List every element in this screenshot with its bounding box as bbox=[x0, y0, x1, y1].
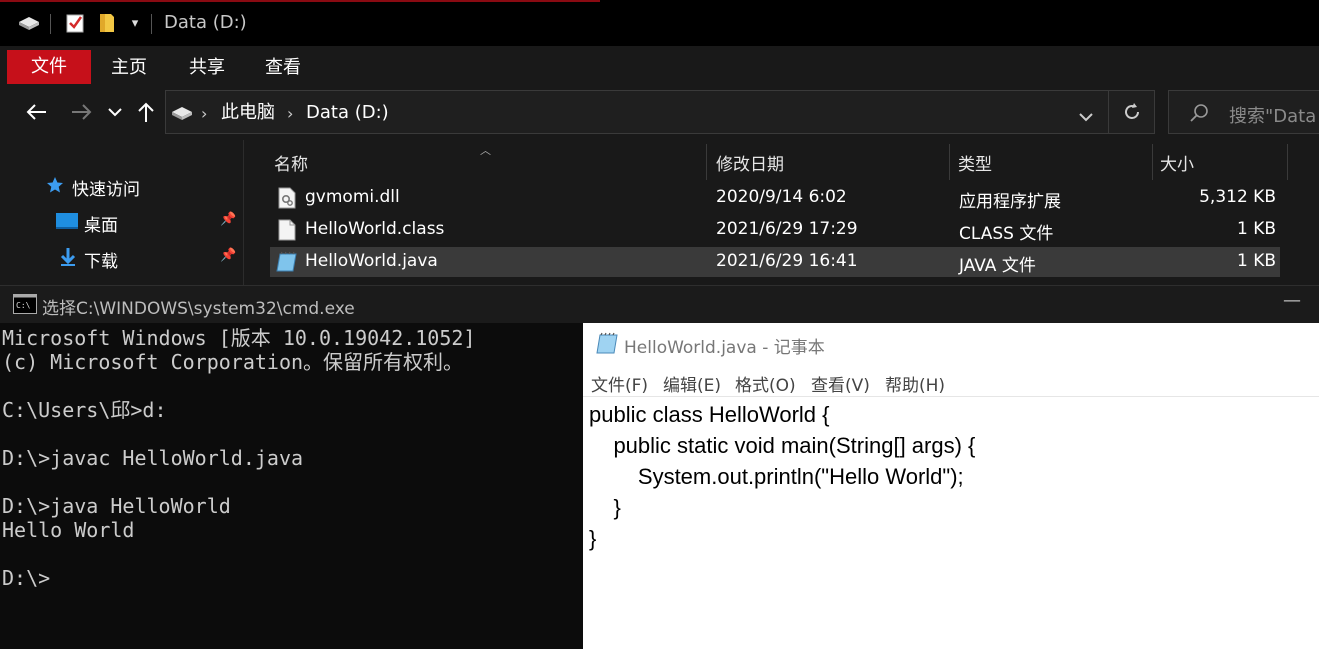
menu-format[interactable]: 格式(O) bbox=[735, 371, 796, 396]
notepad-menu-bar: 文件(F) 编辑(E) 格式(O) 查看(V) 帮助(H) bbox=[583, 363, 1319, 397]
cmd-title-bar: C:\ 选择C:\WINDOWS\system32\cmd.exe — bbox=[0, 285, 1319, 323]
column-divider[interactable] bbox=[949, 144, 950, 180]
notepad-window: HelloWorld.java - 记事本 文件(F) 编辑(E) 格式(O) … bbox=[583, 323, 1319, 649]
tab-share[interactable]: 共享 bbox=[174, 51, 240, 85]
notepad-window-title: HelloWorld.java - 记事本 bbox=[624, 338, 825, 358]
nav-label: 快速访问 bbox=[72, 180, 140, 200]
desktop-icon bbox=[56, 213, 78, 233]
breadcrumb-chevron-icon[interactable]: › bbox=[201, 104, 207, 123]
breadcrumb-chevron-icon[interactable]: › bbox=[287, 104, 293, 123]
notepad-icon bbox=[595, 332, 619, 358]
svg-text:C:\: C:\ bbox=[16, 301, 31, 310]
file-list: ︿ 名称 修改日期 类型 大小 gvmomi.dll 2020/9/14 6:0… bbox=[243, 140, 1319, 285]
customize-quick-access-icon[interactable]: ▾ bbox=[126, 12, 144, 34]
search-box[interactable]: 搜索"Data bbox=[1168, 90, 1319, 134]
cmd-icon: C:\ bbox=[13, 294, 37, 318]
recent-locations-button[interactable] bbox=[104, 98, 126, 126]
dll-file-icon bbox=[278, 187, 296, 213]
column-divider[interactable] bbox=[1287, 144, 1288, 180]
notepad-title-bar: HelloWorld.java - 记事本 bbox=[583, 323, 1319, 363]
column-header-size[interactable]: 大小 bbox=[1160, 150, 1194, 175]
file-date: 2021/6/29 17:29 bbox=[716, 219, 858, 239]
address-dropdown-icon[interactable] bbox=[1078, 107, 1094, 126]
notepad-file-icon bbox=[276, 251, 298, 277]
column-divider[interactable] bbox=[1152, 144, 1153, 180]
file-name: HelloWorld.java bbox=[305, 251, 438, 271]
download-icon bbox=[60, 247, 76, 271]
breadcrumb-this-pc[interactable]: 此电脑 bbox=[221, 102, 275, 124]
blank-file-icon bbox=[278, 219, 296, 245]
menu-file[interactable]: 文件(F) bbox=[591, 371, 648, 396]
file-name: HelloWorld.class bbox=[305, 219, 445, 239]
address-row: › 此电脑 › Data (D:) 搜索"Data bbox=[0, 84, 1319, 140]
pin-icon[interactable]: 📌 bbox=[220, 248, 236, 263]
pin-icon[interactable]: 📌 bbox=[220, 212, 236, 227]
drive-icon[interactable] bbox=[16, 12, 42, 34]
nav-label: 下载 bbox=[84, 252, 118, 272]
address-bar[interactable]: › 此电脑 › Data (D:) bbox=[165, 90, 1155, 134]
forward-button[interactable] bbox=[68, 98, 96, 126]
nav-item-downloads[interactable]: 下载 📌 bbox=[0, 242, 243, 272]
column-header-name[interactable]: 名称 bbox=[274, 150, 308, 175]
menu-view[interactable]: 查看(V) bbox=[811, 371, 870, 396]
window-title: Data (D:) bbox=[164, 12, 247, 33]
file-row[interactable]: gvmomi.dll 2020/9/14 6:02 应用程序扩展 5,312 K… bbox=[270, 183, 1280, 213]
refresh-icon[interactable] bbox=[1122, 102, 1142, 126]
search-icon bbox=[1189, 103, 1211, 128]
nav-item-quick-access[interactable]: 快速访问 bbox=[0, 170, 243, 200]
file-name: gvmomi.dll bbox=[305, 187, 400, 207]
file-type: CLASS 文件 bbox=[959, 224, 1054, 244]
file-date: 2020/9/14 6:02 bbox=[716, 187, 847, 207]
title-divider bbox=[151, 14, 152, 34]
quick-access-divider bbox=[50, 14, 51, 34]
ribbon: 文件 主页 共享 查看 bbox=[0, 46, 1319, 84]
menu-help[interactable]: 帮助(H) bbox=[885, 371, 945, 396]
column-divider[interactable] bbox=[706, 144, 707, 180]
nav-item-desktop[interactable]: 桌面 📌 bbox=[0, 206, 243, 236]
cmd-window-title: 选择C:\WINDOWS\system32\cmd.exe bbox=[42, 299, 355, 319]
file-size: 5,312 KB bbox=[1199, 187, 1276, 207]
file-explorer-window: ▾ Data (D:) 文件 主页 共享 查看 › 此电脑 › Data (D: bbox=[0, 0, 1319, 285]
file-date: 2021/6/29 16:41 bbox=[716, 251, 858, 271]
title-accent-bar bbox=[0, 0, 600, 2]
breadcrumb-data-drive[interactable]: Data (D:) bbox=[306, 102, 389, 124]
column-header-type[interactable]: 类型 bbox=[958, 150, 992, 175]
navigation-pane: 快速访问 桌面 📌 下载 📌 bbox=[0, 140, 243, 285]
explorer-title-bar: ▾ Data (D:) bbox=[0, 0, 1319, 46]
file-type: JAVA 文件 bbox=[959, 256, 1036, 276]
new-folder-icon[interactable] bbox=[97, 12, 117, 34]
properties-icon[interactable] bbox=[64, 12, 86, 34]
tab-file[interactable]: 文件 bbox=[7, 50, 91, 84]
nav-label: 桌面 bbox=[84, 216, 118, 236]
notepad-text-area[interactable]: public class HelloWorld { public static … bbox=[589, 399, 1317, 554]
file-type: 应用程序扩展 bbox=[959, 192, 1061, 212]
star-icon bbox=[46, 176, 64, 198]
file-size: 1 KB bbox=[1236, 219, 1276, 239]
minimize-icon[interactable]: — bbox=[1283, 290, 1301, 311]
file-row-selected[interactable]: HelloWorld.java 2021/6/29 16:41 JAVA 文件 … bbox=[270, 247, 1280, 277]
tab-home[interactable]: 主页 bbox=[96, 51, 162, 85]
file-size: 1 KB bbox=[1236, 251, 1276, 271]
up-button[interactable] bbox=[134, 98, 158, 126]
column-header-date[interactable]: 修改日期 bbox=[716, 150, 784, 175]
menu-edit[interactable]: 编辑(E) bbox=[663, 371, 721, 396]
tab-view[interactable]: 查看 bbox=[250, 51, 316, 85]
back-button[interactable] bbox=[22, 98, 50, 126]
search-placeholder: 搜索"Data bbox=[1229, 106, 1317, 127]
console-output[interactable]: Microsoft Windows [版本 10.0.19042.1052] (… bbox=[0, 323, 583, 649]
sort-ascending-icon: ︿ bbox=[480, 144, 491, 157]
file-row[interactable]: HelloWorld.class 2021/6/29 17:29 CLASS 文… bbox=[270, 215, 1280, 245]
drive-icon bbox=[170, 105, 194, 124]
address-divider bbox=[1108, 91, 1109, 133]
